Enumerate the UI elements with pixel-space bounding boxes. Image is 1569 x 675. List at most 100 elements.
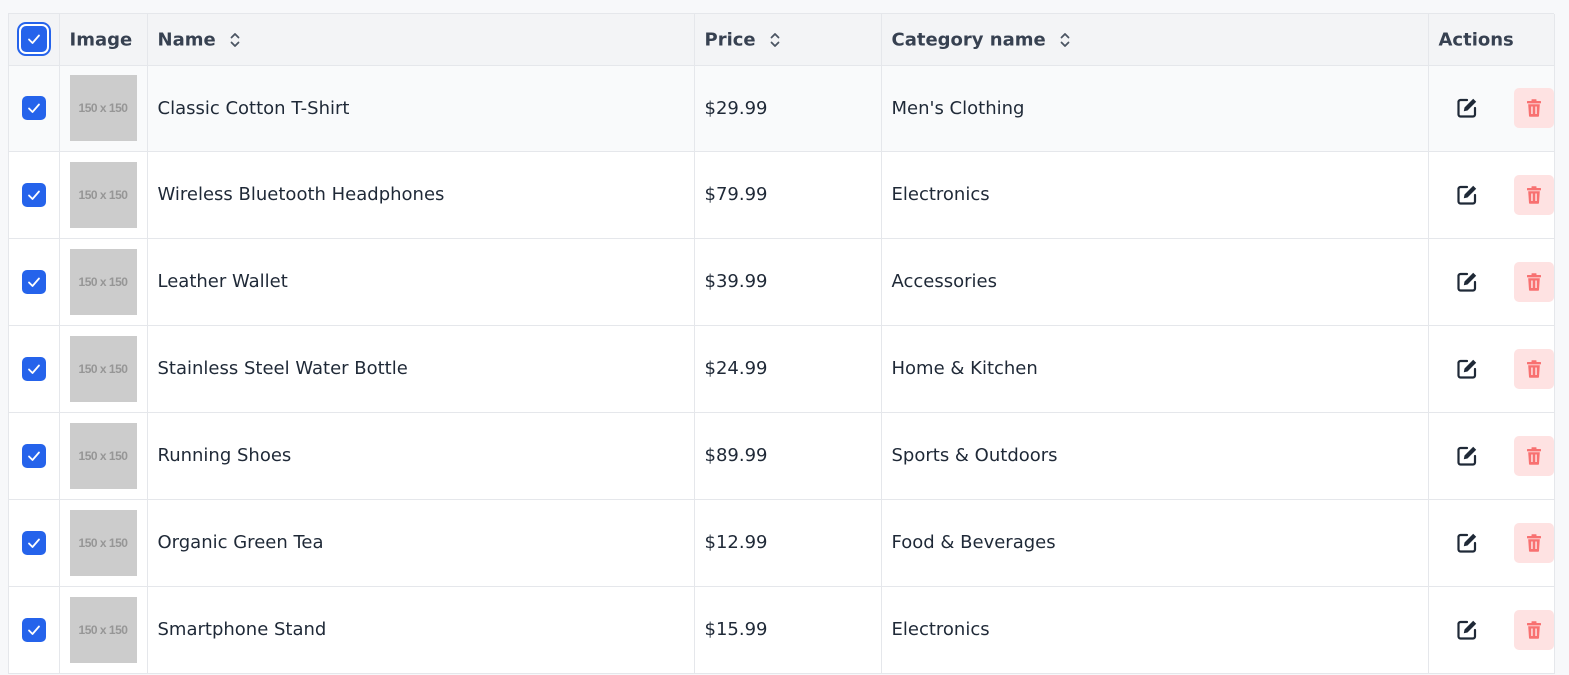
delete-button[interactable]	[1514, 174, 1554, 215]
edit-icon	[1457, 185, 1477, 205]
products-table: Image Name Price Category name Actions 1…	[9, 14, 1555, 674]
actions-cell	[1428, 238, 1555, 326]
edit-button[interactable]	[1451, 178, 1485, 212]
price-column-header[interactable]: Price	[694, 14, 882, 66]
row-checkbox[interactable]	[21, 443, 46, 468]
row-select-cell	[9, 586, 60, 674]
price-header-label: Price	[704, 29, 756, 50]
actions-header-label: Actions	[1438, 29, 1514, 50]
name-header-label: Name	[157, 29, 216, 50]
product-name: Wireless Bluetooth Headphones	[147, 151, 695, 239]
actions-cell	[1428, 325, 1555, 413]
product-thumbnail: 150 x 150	[69, 596, 137, 663]
table-body: 150 x 150 Classic Cotton T-Shirt $29.99 …	[9, 65, 1555, 674]
row-checkbox[interactable]	[21, 182, 46, 207]
row-checkbox[interactable]	[21, 96, 46, 120]
row-checkbox[interactable]	[21, 269, 46, 294]
product-category: Home & Kitchen	[881, 325, 1429, 413]
thumbnail-placeholder-text: 150 x 150	[78, 535, 128, 550]
row-select-cell	[9, 325, 60, 413]
table-row[interactable]: 150 x 150 Smartphone Stand $15.99 Electr…	[9, 586, 1555, 674]
category-column-header[interactable]: Category name	[881, 14, 1429, 66]
image-cell: 150 x 150	[59, 151, 148, 239]
edit-button[interactable]	[1451, 613, 1485, 647]
delete-button[interactable]	[1514, 435, 1554, 476]
thumbnail-placeholder-text: 150 x 150	[78, 274, 128, 289]
image-cell: 150 x 150	[59, 499, 148, 587]
row-checkbox[interactable]	[21, 617, 46, 642]
product-category: Sports & Outdoors	[881, 412, 1429, 500]
actions-cell	[1428, 586, 1555, 674]
trash-icon	[1526, 446, 1541, 465]
thumbnail-placeholder-text: 150 x 150	[78, 187, 128, 202]
category-header-label: Category name	[891, 29, 1046, 50]
delete-button[interactable]	[1514, 88, 1554, 128]
select-all-checkbox[interactable]	[20, 26, 47, 53]
image-cell: 150 x 150	[59, 586, 148, 674]
product-price: $24.99	[694, 325, 882, 413]
edit-icon	[1457, 620, 1477, 640]
product-category: Food & Beverages	[881, 499, 1429, 587]
check-icon	[27, 190, 40, 200]
table-row[interactable]: 150 x 150 Wireless Bluetooth Headphones …	[9, 151, 1555, 239]
delete-button[interactable]	[1514, 609, 1554, 650]
table-row[interactable]: 150 x 150 Leather Wallet $39.99 Accessor…	[9, 238, 1555, 326]
trash-icon	[1526, 185, 1541, 204]
table-row[interactable]: 150 x 150 Organic Green Tea $12.99 Food …	[9, 499, 1555, 587]
product-price: $79.99	[694, 151, 882, 239]
row-checkbox[interactable]	[21, 356, 46, 381]
image-cell: 150 x 150	[59, 412, 148, 500]
edit-button[interactable]	[1451, 91, 1485, 125]
sort-icon[interactable]	[770, 31, 780, 49]
thumbnail-placeholder-text: 150 x 150	[78, 101, 128, 115]
product-thumbnail: 150 x 150	[69, 335, 137, 402]
edit-button[interactable]	[1451, 265, 1485, 299]
product-name: Organic Green Tea	[147, 499, 695, 587]
product-thumbnail: 150 x 150	[69, 422, 137, 489]
sort-icon[interactable]	[1060, 31, 1070, 49]
product-category: Accessories	[881, 238, 1429, 326]
product-name: Running Shoes	[147, 412, 695, 500]
row-select-cell	[9, 412, 60, 500]
product-category: Electronics	[881, 151, 1429, 239]
check-icon	[27, 364, 40, 374]
sort-icon[interactable]	[230, 31, 240, 49]
product-price: $29.99	[694, 65, 882, 152]
check-icon	[27, 538, 40, 548]
product-price: $12.99	[694, 499, 882, 587]
edit-button[interactable]	[1451, 526, 1485, 560]
delete-button[interactable]	[1514, 522, 1554, 563]
delete-button[interactable]	[1514, 261, 1554, 302]
check-icon	[27, 625, 40, 635]
thumbnail-placeholder-text: 150 x 150	[78, 622, 128, 637]
product-thumbnail: 150 x 150	[69, 75, 137, 141]
row-select-cell	[9, 65, 60, 152]
edit-icon	[1457, 98, 1477, 118]
row-checkbox[interactable]	[21, 530, 46, 555]
check-icon	[27, 103, 40, 113]
trash-icon	[1526, 533, 1541, 552]
delete-button[interactable]	[1514, 348, 1554, 389]
product-thumbnail: 150 x 150	[69, 509, 137, 576]
row-select-cell	[9, 238, 60, 326]
table-row[interactable]: 150 x 150 Stainless Steel Water Bottle $…	[9, 325, 1555, 413]
table-row[interactable]: 150 x 150 Classic Cotton T-Shirt $29.99 …	[9, 65, 1555, 152]
row-select-cell	[9, 151, 60, 239]
product-name: Stainless Steel Water Bottle	[147, 325, 695, 413]
image-header-label: Image	[69, 29, 133, 50]
check-icon	[27, 451, 40, 461]
thumbnail-placeholder-text: 150 x 150	[78, 361, 128, 376]
edit-button[interactable]	[1451, 439, 1485, 473]
table-row[interactable]: 150 x 150 Running Shoes $89.99 Sports & …	[9, 412, 1555, 500]
table-header-row: Image Name Price Category name Actions	[9, 14, 1555, 66]
actions-cell	[1428, 151, 1555, 239]
product-price: $89.99	[694, 412, 882, 500]
edit-button[interactable]	[1451, 352, 1485, 386]
product-category: Men's Clothing	[881, 65, 1429, 152]
product-name: Leather Wallet	[147, 238, 695, 326]
trash-icon	[1526, 99, 1541, 117]
name-column-header[interactable]: Name	[147, 14, 695, 66]
actions-cell	[1428, 65, 1555, 152]
product-thumbnail: 150 x 150	[69, 161, 137, 228]
products-table-container: Image Name Price Category name Actions 1…	[8, 13, 1555, 674]
